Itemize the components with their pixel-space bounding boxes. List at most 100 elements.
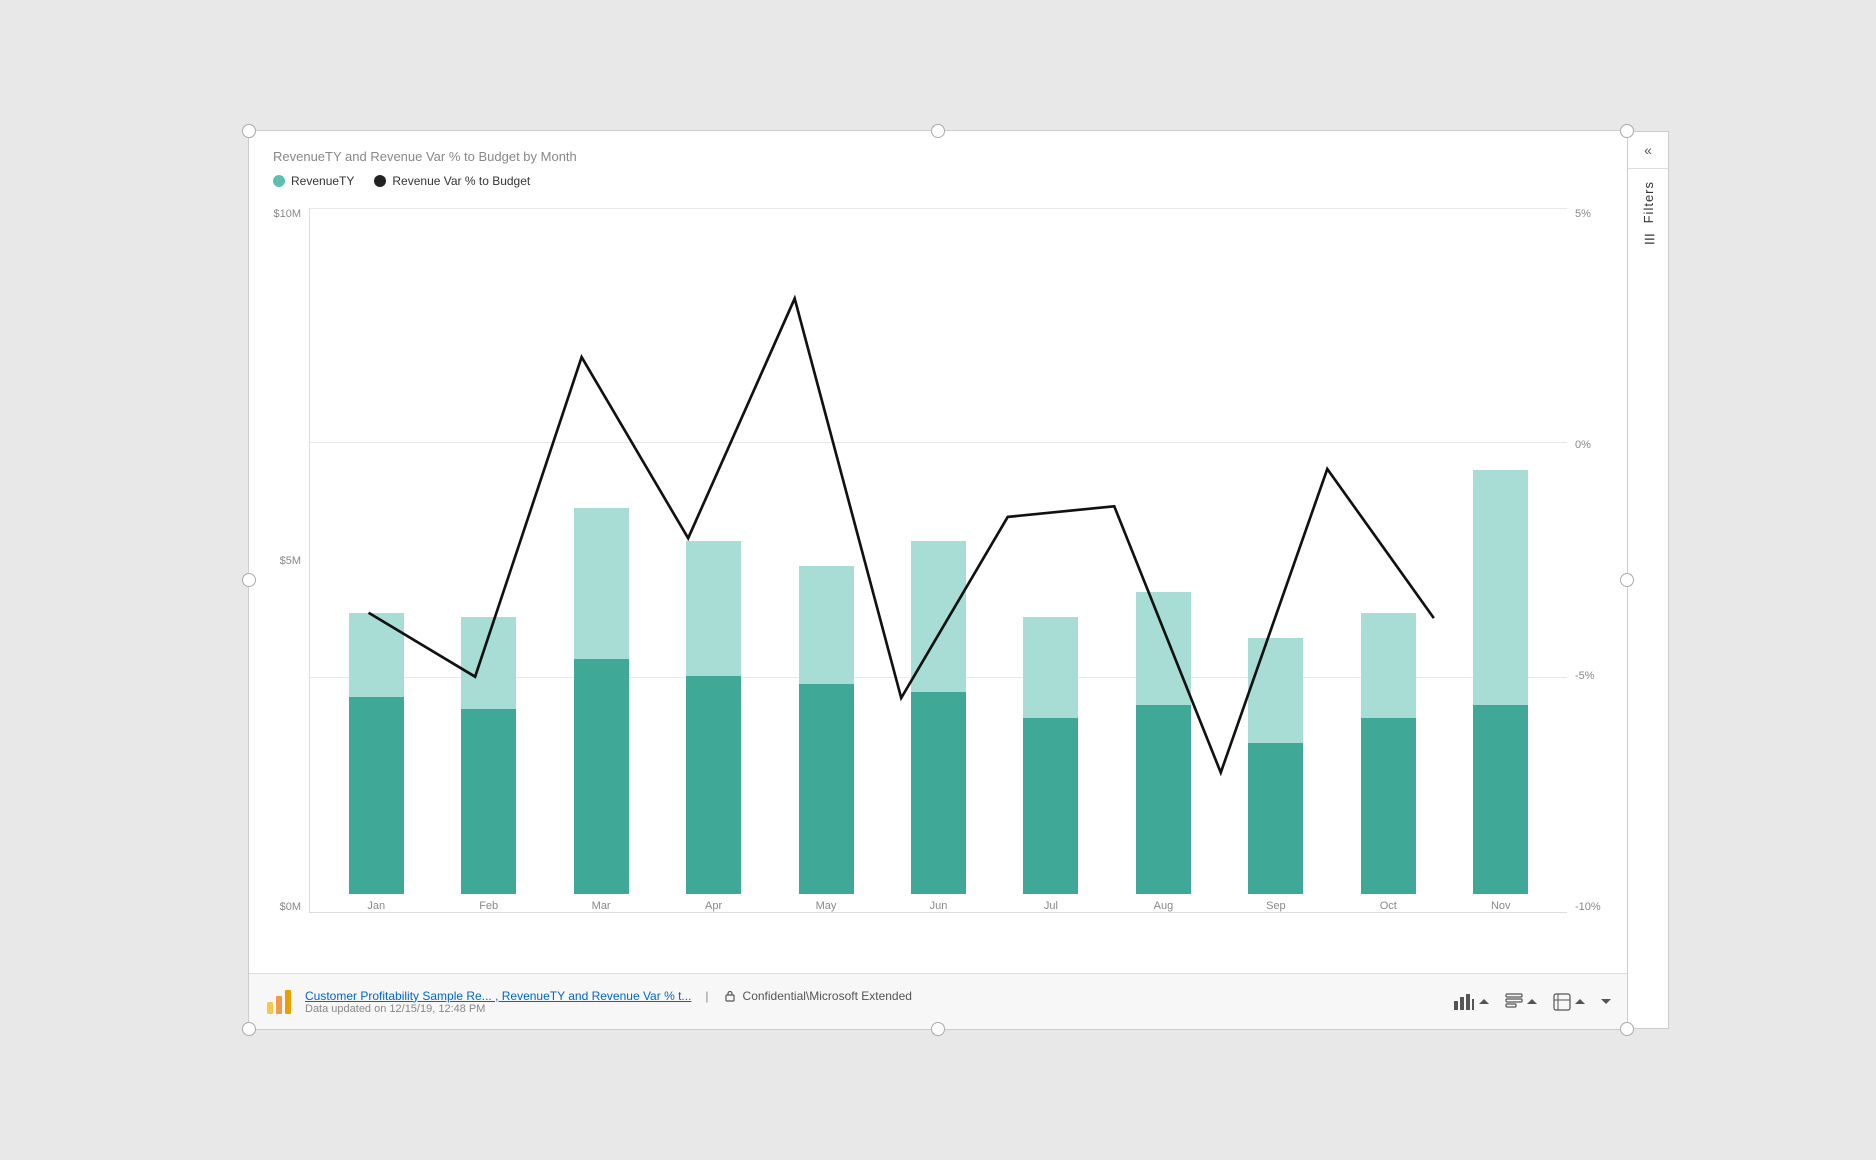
x-label-jul: Jul <box>1044 900 1058 912</box>
handle-edge-right[interactable] <box>1620 573 1634 587</box>
bar-group-apr: Apr <box>657 541 769 912</box>
legend-dot-revenue-ty <box>273 175 285 187</box>
bar-top-mar <box>574 508 629 659</box>
plot-area: Jan Feb Mar Apr May Jun Jul Aug Sep Oct Nov <box>309 208 1567 913</box>
chart-title: RevenueTY and Revenue Var % to Budget by… <box>273 149 1603 164</box>
bar-stack-apr[interactable] <box>686 541 741 894</box>
bar-bottom-mar <box>574 659 629 894</box>
bar-bottom-feb <box>461 709 516 894</box>
y-label-neg5pct: -5% <box>1575 670 1595 682</box>
footer-separator: | <box>705 989 708 1003</box>
bar-top-jul <box>1023 617 1078 718</box>
filter-icon: ☰ <box>1641 229 1656 245</box>
x-label-feb: Feb <box>479 900 498 912</box>
handle-edge-top[interactable] <box>931 124 945 138</box>
chart-frame: « ☰ Filters RevenueTY and Revenue Var % … <box>248 130 1628 1030</box>
y-axis-right: 5% 0% -5% -10% <box>1567 208 1627 913</box>
legend-item-revenue-var: Revenue Var % to Budget <box>374 174 530 188</box>
footer-text-block: Customer Profitability Sample Re... , Re… <box>305 989 912 1015</box>
bar-group-aug: Aug <box>1107 592 1219 912</box>
bar-bottom-jul <box>1023 718 1078 894</box>
fields-icon <box>1505 993 1523 1011</box>
chart-header: RevenueTY and Revenue Var % to Budget by… <box>249 131 1627 198</box>
bar-bottom-apr <box>686 676 741 894</box>
bar-group-oct: Oct <box>1332 613 1444 912</box>
bar-group-nov: Nov <box>1445 470 1557 912</box>
chart-body: $10M $5M $0M 5% 0% -5% -10% Jan Feb Mar Apr… <box>249 198 1627 973</box>
visualizations-button[interactable] <box>1453 993 1489 1011</box>
x-label-sep: Sep <box>1266 900 1286 912</box>
x-label-apr: Apr <box>705 900 722 912</box>
bar-top-feb <box>461 617 516 709</box>
footer-left: Customer Profitability Sample Re... , Re… <box>265 988 912 1016</box>
collapse-icon: « <box>1644 142 1652 158</box>
fields-button[interactable] <box>1505 993 1537 1011</box>
footer-updated: Data updated on 12/15/19, 12:48 PM <box>305 1003 912 1015</box>
bar-group-jan: Jan <box>320 613 432 912</box>
y-label-5pct: 5% <box>1575 208 1591 220</box>
bar-stack-nov[interactable] <box>1473 470 1528 894</box>
chevron-down-expand <box>1601 999 1611 1004</box>
powerbi-icon <box>265 988 293 1016</box>
bar-stack-aug[interactable] <box>1136 592 1191 894</box>
x-label-jan: Jan <box>367 900 385 912</box>
handle-corner-br[interactable] <box>1620 1022 1634 1036</box>
x-label-may: May <box>816 900 837 912</box>
bar-top-oct <box>1361 613 1416 718</box>
bar-top-may <box>799 566 854 684</box>
bar-bottom-nov <box>1473 705 1528 894</box>
bar-chart-icon <box>1453 993 1475 1011</box>
bar-group-jun: Jun <box>882 541 994 912</box>
y-label-0pct: 0% <box>1575 439 1591 451</box>
bar-stack-mar[interactable] <box>574 508 629 894</box>
y-label-neg10pct: -10% <box>1575 901 1601 913</box>
handle-corner-bl[interactable] <box>242 1022 256 1036</box>
x-label-mar: Mar <box>592 900 611 912</box>
bar-stack-jan[interactable] <box>349 613 404 894</box>
format-icon <box>1553 993 1571 1011</box>
handle-edge-bottom[interactable] <box>931 1022 945 1036</box>
footer-link[interactable]: Customer Profitability Sample Re... , Re… <box>305 989 691 1003</box>
bar-top-nov <box>1473 470 1528 705</box>
handle-corner-tr[interactable] <box>1620 124 1634 138</box>
filters-collapse-button[interactable]: « <box>1628 132 1668 169</box>
bar-stack-sep[interactable] <box>1248 638 1303 894</box>
bar-stack-feb[interactable] <box>461 617 516 894</box>
bar-group-mar: Mar <box>545 508 657 912</box>
bar-stack-may[interactable] <box>799 566 854 894</box>
handle-corner-tl[interactable] <box>242 124 256 138</box>
lock-icon <box>723 989 737 1003</box>
x-label-jun: Jun <box>930 900 948 912</box>
y-axis-left: $10M $5M $0M <box>249 208 309 913</box>
bar-top-aug <box>1136 592 1191 705</box>
handle-edge-left[interactable] <box>242 573 256 587</box>
bar-bottom-jun <box>911 692 966 894</box>
chart-footer: Customer Profitability Sample Re... , Re… <box>249 973 1627 1029</box>
x-label-nov: Nov <box>1491 900 1511 912</box>
bar-group-may: May <box>770 566 882 912</box>
bar-stack-jul[interactable] <box>1023 617 1078 894</box>
chevron-up-viz <box>1479 999 1489 1004</box>
y-label-10m: $10M <box>273 208 301 220</box>
bar-top-jan <box>349 613 404 697</box>
chevron-up-fields <box>1527 999 1537 1004</box>
bars-container: Jan Feb Mar Apr May Jun Jul Aug Sep Oct Nov <box>310 208 1567 912</box>
legend-item-revenue-ty: RevenueTY <box>273 174 354 188</box>
x-label-aug: Aug <box>1154 900 1174 912</box>
bar-group-jul: Jul <box>995 617 1107 912</box>
legend: RevenueTY Revenue Var % to Budget <box>273 174 1603 188</box>
bar-group-sep: Sep <box>1220 638 1332 912</box>
y-label-0m: $0M <box>280 901 301 913</box>
bar-stack-jun[interactable] <box>911 541 966 894</box>
bar-top-apr <box>686 541 741 675</box>
footer-right <box>1453 993 1611 1011</box>
format-button[interactable] <box>1553 993 1585 1011</box>
legend-dot-revenue-var <box>374 175 386 187</box>
expand-button[interactable] <box>1601 999 1611 1004</box>
bar-top-sep <box>1248 638 1303 743</box>
bar-bottom-may <box>799 684 854 894</box>
bar-stack-oct[interactable] <box>1361 613 1416 894</box>
bar-bottom-oct <box>1361 718 1416 894</box>
legend-label-revenue-ty: RevenueTY <box>291 174 354 188</box>
filters-label: ☰ Filters <box>1641 181 1656 245</box>
